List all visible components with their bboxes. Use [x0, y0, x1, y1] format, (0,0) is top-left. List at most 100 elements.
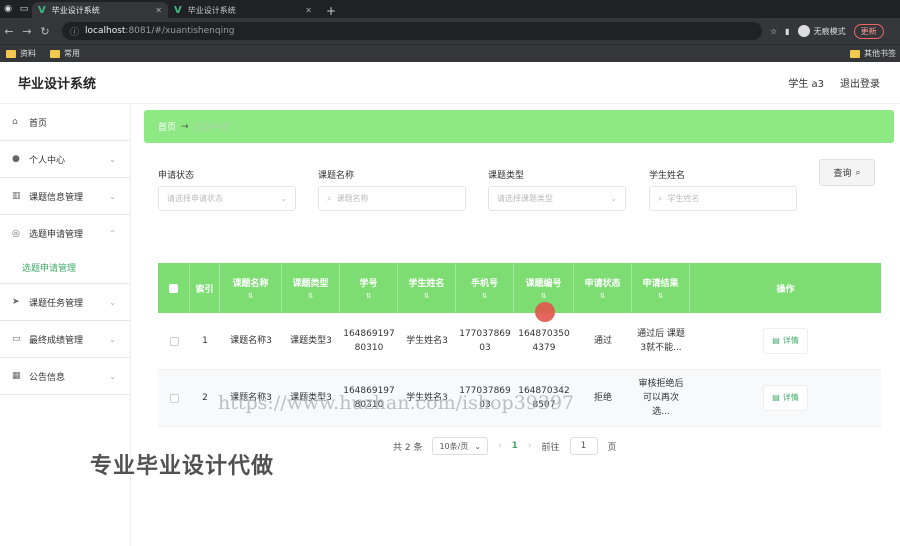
bookmark-folder[interactable]: 常用	[50, 48, 80, 59]
browser-tab-strip: ◉ ▭ V 毕业设计系统 ✕ V 毕业设计系统 ✕ +	[0, 0, 900, 18]
page-number[interactable]: 1	[512, 441, 518, 451]
update-button[interactable]: 更新	[853, 23, 884, 39]
info-icon[interactable]: ⓘ	[70, 25, 79, 38]
total-count: 共 2 条	[393, 442, 423, 453]
prev-page-icon[interactable]: ‹	[498, 441, 502, 451]
forward-icon[interactable]: →	[18, 25, 36, 38]
cell-index: 2	[202, 393, 208, 403]
column-header[interactable]: 学号 ⇅	[340, 263, 398, 313]
column-header[interactable]: 申请状态 ⇅	[574, 263, 632, 313]
incognito-label: 无痕模式	[813, 26, 846, 36]
sort-icon[interactable]: ⇅	[482, 292, 488, 300]
sidebar-item-topic-info[interactable]: ▥ 课题信息管理 ⌄	[0, 178, 130, 215]
detail-label: 详情	[782, 393, 799, 402]
chevron-down-icon: ⌄	[610, 194, 617, 203]
page-size-value: 10条/页	[439, 441, 469, 451]
breadcrumb-home[interactable]: 首页	[158, 120, 176, 133]
sidepanel-icon[interactable]: ▮	[785, 27, 789, 36]
search-icon: ⌕	[855, 167, 861, 178]
sidebar-item-topic-application[interactable]: ◎ 选题申请管理 ⌃	[0, 215, 130, 252]
column-header: 操作	[690, 263, 881, 313]
page-size-select[interactable]: 10条/页 ⌄	[432, 437, 489, 455]
column-header[interactable]: 学生姓名 ⇅	[398, 263, 456, 313]
sidebar-item-home[interactable]: ⌂ 首页	[0, 104, 130, 141]
chrome-icon[interactable]: ◉	[0, 0, 16, 18]
column-header-label: 课题名称	[232, 279, 269, 289]
bookmark-label: 其他书签	[864, 49, 896, 58]
sort-icon[interactable]: ⇅	[424, 292, 430, 300]
browser-tab-1[interactable]: V 毕业设计系统 ✕	[32, 2, 168, 18]
search-icon: ⌕	[658, 193, 663, 203]
browser-tab-2[interactable]: V 毕业设计系统 ✕	[168, 2, 318, 18]
send-icon: ➤	[12, 297, 20, 307]
cell-topic-type: 课题类型3	[290, 336, 332, 346]
sort-icon[interactable]: ⇅	[541, 292, 547, 300]
sort-icon[interactable]: ⇅	[658, 292, 664, 300]
row-checkbox-cell	[158, 370, 190, 426]
query-button[interactable]: 查询 ⌕	[819, 159, 875, 186]
next-page-icon[interactable]: ›	[528, 441, 532, 451]
sidebar-item-personal-center[interactable]: ● 个人中心 ⌄	[0, 141, 130, 178]
column-header[interactable]: 手机号 ⇅	[456, 263, 514, 313]
topic-type-select[interactable]: 请选择课题类型 ⌄	[488, 186, 626, 211]
column-header[interactable]: 申请结果 ⇅	[632, 263, 690, 313]
sidebar-item-final-grades[interactable]: ▭ 最终成绩管理 ⌄	[0, 321, 130, 358]
cursor-highlight	[535, 302, 555, 322]
folder-icon	[850, 49, 860, 58]
column-header-label: 申请结果	[642, 279, 679, 289]
book-icon: ▥	[12, 191, 21, 201]
column-header-label: 申请状态	[584, 279, 621, 289]
row-checkbox[interactable]	[169, 336, 179, 346]
topic-name-input[interactable]: ⌕ 课题名称	[318, 186, 466, 211]
bookmarks-bar: 资料 常用 其他书签	[0, 44, 900, 62]
row-checkbox[interactable]	[169, 393, 179, 403]
column-header: 索引	[190, 263, 220, 313]
column-header[interactable]: 课题类型 ⇅	[282, 263, 340, 313]
sidebar-item-topic-tasks[interactable]: ➤ 课题任务管理 ⌄	[0, 284, 130, 321]
sidebar-item-label: 公告信息	[29, 372, 66, 383]
chevron-down-icon: ⌄	[474, 441, 482, 451]
incognito-indicator[interactable]: 无痕模式	[797, 25, 846, 37]
cell-index: 1	[202, 336, 208, 346]
app-header: 毕业设计系统 学生 a3 退出登录	[0, 62, 900, 104]
row-checkbox-cell	[158, 313, 190, 369]
close-tab-icon[interactable]: ✕	[297, 6, 312, 15]
close-tab-icon[interactable]: ✕	[147, 6, 162, 15]
filter-label-student-name: 学生姓名	[649, 171, 686, 181]
column-header-label: 手机号	[470, 279, 498, 289]
bookmark-folder[interactable]: 资料	[6, 48, 36, 59]
status-select[interactable]: 请选择申请状态 ⌄	[158, 186, 296, 211]
logout-link[interactable]: 退出登录	[840, 75, 880, 90]
other-bookmarks[interactable]: 其他书签	[850, 48, 896, 59]
detail-button[interactable]: ▤ 详情	[763, 328, 808, 354]
sort-icon[interactable]: ⇅	[366, 292, 372, 300]
sort-icon[interactable]: ⇅	[248, 292, 254, 300]
incognito-icon	[797, 25, 810, 37]
select-all-cell	[158, 263, 190, 313]
vue-icon: V	[38, 4, 46, 16]
reload-icon[interactable]: ↻	[36, 25, 54, 38]
select-all-checkbox[interactable]	[169, 283, 178, 293]
bookmark-label: 资料	[20, 49, 36, 58]
chevron-up-icon: ⌃	[109, 229, 116, 238]
column-header-label: 学号	[359, 279, 378, 289]
student-name-input[interactable]: ⌕ 学生姓名	[649, 186, 797, 211]
column-header[interactable]: 课题名称 ⇅	[220, 263, 282, 313]
column-header-label: 学生姓名	[408, 279, 445, 289]
window-icon[interactable]: ▭	[16, 0, 32, 18]
new-tab-icon[interactable]: +	[318, 4, 344, 18]
sort-icon[interactable]: ⇅	[308, 292, 314, 300]
star-icon[interactable]: ☆	[770, 27, 777, 36]
sort-icon[interactable]: ⇅	[600, 292, 606, 300]
watermark-slogan: 专业毕业设计代做	[90, 454, 275, 479]
sidebar-item-announcements[interactable]: ▦ 公告信息 ⌄	[0, 358, 130, 395]
detail-button[interactable]: ▤ 详情	[763, 385, 808, 411]
pagination: 共 2 条 10条/页 ⌄ ‹ 1 › 前往 1 页	[393, 437, 617, 455]
page-suffix: 页	[607, 442, 617, 453]
back-icon[interactable]: ←	[0, 25, 18, 38]
sidebar-item-label: 最终成绩管理	[29, 335, 84, 346]
sidebar-subitem-topic-application[interactable]: 选题申请管理	[0, 252, 130, 284]
goto-page-input[interactable]: 1	[569, 437, 598, 455]
url-input[interactable]: ⓘ localhost :8081/#/xuantishenqing	[62, 22, 762, 40]
url-path: :8081/#/xuantishenqing	[125, 26, 235, 36]
